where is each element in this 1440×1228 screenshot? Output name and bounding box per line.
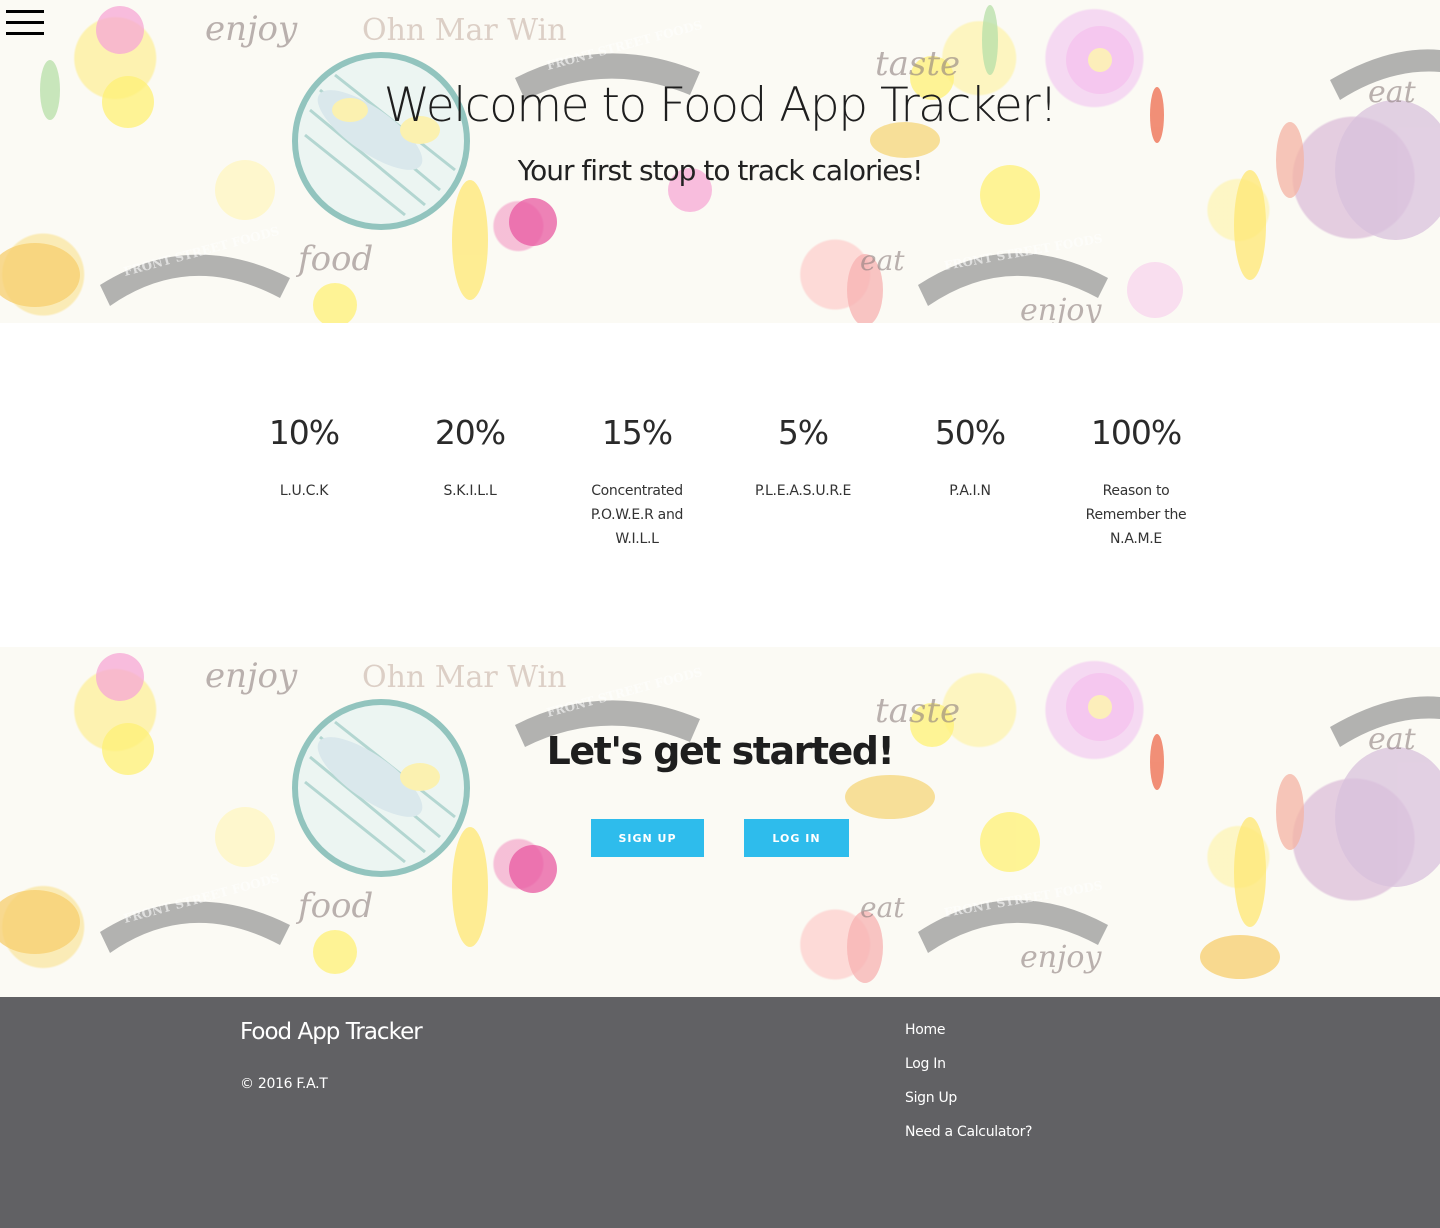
decor-word: eat (860, 244, 905, 277)
stat-label: Concentrated P.O.W.E.R and W.I.L.L (590, 483, 684, 547)
stat-label: Reason to Remember the N.A.M.E (1085, 483, 1187, 547)
stat-item: 20% S.K.I.L.L (390, 409, 550, 503)
footer-link-sign-up[interactable]: Sign Up (905, 1090, 957, 1106)
decor-word: taste (875, 691, 960, 731)
stat-value: 20% (434, 413, 506, 452)
stat-item: 100% Reason to Remember the N.A.M.E (1056, 409, 1216, 551)
decor-word: eat (860, 891, 905, 924)
stat-item: 5% P.L.E.A.S.U.R.E (723, 409, 883, 503)
stat-value: 50% (934, 413, 1006, 452)
footer: Food App Tracker © 2016 F.A.T Home Log I… (0, 997, 1440, 1228)
stat-item: 15% Concentrated P.O.W.E.R and W.I.L.L (557, 409, 717, 551)
stat-value: 15% (601, 413, 673, 452)
footer-nav: Home Log In Sign Up Need a Calculator? (905, 1019, 1033, 1155)
stat-item: 50% P.A.I.N (890, 409, 1050, 503)
footer-copyright: © 2016 F.A.T (240, 1076, 328, 1092)
decor-word: enjoy (1020, 940, 1102, 975)
signature-text: Ohn Mar Win (362, 660, 566, 695)
stat-value: 100% (1090, 413, 1182, 452)
decor-word: enjoy (1020, 293, 1102, 323)
footer-link-calculator[interactable]: Need a Calculator? (905, 1124, 1033, 1140)
stat-value: 5% (777, 413, 829, 452)
hero-title: Welcome to Food App Tracker! (383, 78, 1058, 133)
stat-label: S.K.I.L.L (443, 483, 497, 499)
hamburger-menu-icon[interactable] (6, 10, 46, 40)
footer-nav-item: Home (905, 1019, 1032, 1053)
get-started-section: enjoy taste eat food eat enjoy FRONT STREET FO… (0, 647, 1440, 997)
stats-section: 10% L.U.C.K 20% S.K.I.L.L 15% Concentrat… (0, 323, 1440, 647)
decor-word: food (295, 239, 373, 279)
log-in-button[interactable]: LOG IN (744, 819, 849, 857)
stat-label: P.A.I.N (949, 483, 991, 499)
stat-value: 10% (268, 413, 340, 452)
stat-item: 10% L.U.C.K (224, 409, 384, 503)
signature-text: Ohn Mar Win (362, 13, 566, 48)
stat-label: P.L.E.A.S.U.R.E (754, 483, 852, 499)
hero-banner: enjoy taste eat food eat enjoy FRONT STREET FO… (0, 0, 1440, 323)
stat-label: L.U.C.K (279, 483, 329, 499)
sign-up-button[interactable]: SIGN UP (591, 819, 704, 857)
decor-word: enjoy (205, 9, 298, 49)
get-started-title: Let's get started! (546, 729, 895, 773)
footer-nav-item: Need a Calculator? (905, 1121, 1033, 1155)
food-pattern-background: enjoytasteeatfood eatenjoyFRONT STREET FO… (0, 653, 1440, 983)
footer-link-log-in[interactable]: Log In (905, 1056, 946, 1072)
hero-subtitle: Your first stop to track calories! (517, 154, 924, 187)
footer-brand: Food App Tracker (240, 1019, 423, 1045)
footer-nav-item: Log In (905, 1053, 1032, 1087)
footer-link-home[interactable]: Home (905, 1022, 945, 1038)
decor-word: enjoy (205, 656, 298, 696)
footer-nav-item: Sign Up (905, 1087, 1032, 1121)
decor-word: food (295, 886, 373, 926)
